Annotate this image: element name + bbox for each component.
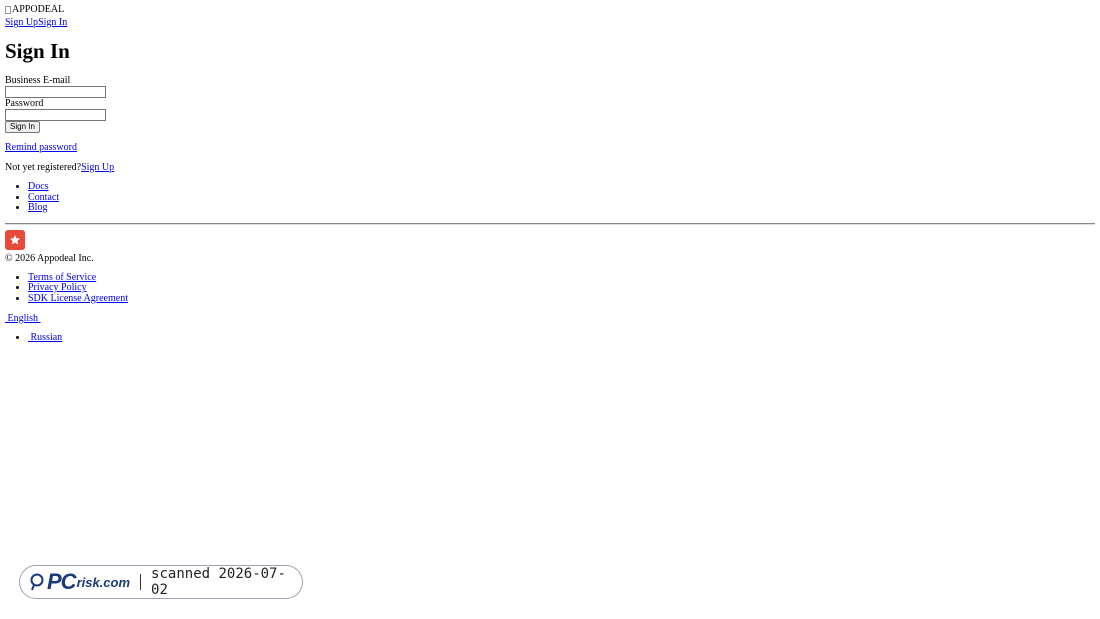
signin-form: Business E-mail Password Sign In — [5, 75, 1095, 133]
legal-item: SDK License Agreement — [28, 293, 1095, 305]
header-signup-link[interactable]: Sign Up — [5, 17, 38, 28]
language-russian-link[interactable]: Russian — [28, 332, 63, 343]
pcrisk-scan-badge: PC risk.com scanned 2026-07-02 — [19, 565, 303, 599]
header-links: Sign UpSign In — [5, 17, 1095, 28]
page-title: Sign In — [5, 39, 70, 63]
password-field[interactable] — [5, 109, 106, 121]
language-item: Russian — [28, 332, 1095, 344]
privacy-link[interactable]: Privacy Policy — [28, 282, 87, 293]
legal-item: Privacy Policy — [28, 282, 1095, 294]
email-field[interactable] — [5, 86, 106, 98]
sdk-license-link[interactable]: SDK License Agreement — [28, 293, 128, 304]
logo-alt-text: APPODEAL — [12, 4, 65, 15]
password-label: Password — [5, 98, 44, 109]
footer: © 2026 Appodeal Inc. Terms of Service Pr… — [5, 229, 1095, 344]
signin-button[interactable]: Sign In — [5, 121, 40, 133]
legal-list: Terms of Service Privacy Policy SDK Lice… — [5, 272, 1095, 305]
language-list: Russian — [5, 332, 1095, 344]
not-registered-text: Not yet registered? — [5, 162, 82, 173]
register-row: Not yet registered?Sign Up — [5, 162, 1095, 173]
appodeal-logo[interactable]: APPODEAL — [5, 5, 64, 15]
footer-divider — [5, 222, 1095, 225]
pcrisk-logo-pc: PC — [47, 569, 77, 594]
legal-item: Terms of Service — [28, 272, 1095, 284]
brand-badge[interactable] — [5, 229, 25, 250]
pcrisk-logo: PC risk.com — [30, 569, 130, 595]
magnifier-icon — [30, 573, 44, 591]
terms-link[interactable]: Terms of Service — [28, 272, 96, 283]
signup-link[interactable]: Sign Up — [81, 162, 114, 173]
nav-item-blog: Blog — [28, 202, 1095, 214]
pcrisk-logo-rest: risk.com — [76, 574, 131, 590]
nav-link-blog[interactable]: Blog — [28, 202, 47, 213]
email-label: Business E-mail — [5, 75, 71, 86]
nav-item-docs: Docs — [28, 181, 1095, 193]
broken-image-icon — [5, 6, 11, 14]
nav-list: Docs Contact Blog — [5, 181, 1095, 214]
page: APPODEAL Sign UpSign In Sign In Business… — [0, 0, 1100, 344]
star-icon — [10, 234, 20, 244]
header: APPODEAL Sign UpSign In — [5, 5, 1095, 28]
nav-item-contact: Contact — [28, 192, 1095, 204]
badge-divider — [140, 574, 142, 590]
copyright: © 2026 Appodeal Inc. — [5, 252, 94, 264]
remind-password-row: Remind password — [5, 142, 1095, 153]
header-signin-link[interactable]: Sign In — [38, 17, 67, 28]
scan-date-text: scanned 2026-07-02 — [151, 566, 286, 598]
nav-link-docs[interactable]: Docs — [28, 181, 49, 192]
nav-link-contact[interactable]: Contact — [28, 192, 59, 203]
language-english-link[interactable]: English — [5, 313, 41, 324]
remind-password-link[interactable]: Remind password — [5, 142, 77, 153]
